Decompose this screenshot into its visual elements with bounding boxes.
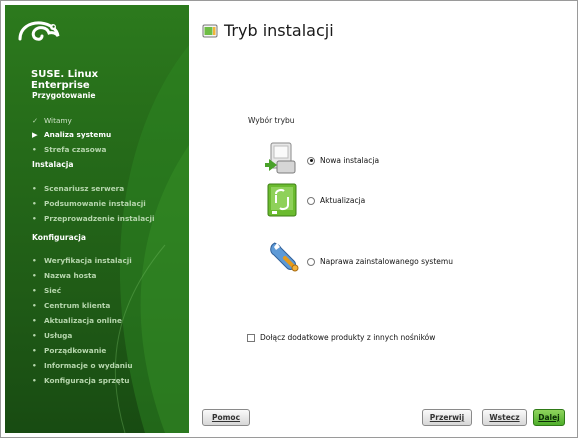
step-witamy: ✓ Witamy [32, 116, 72, 125]
step-label: Weryfikacja instalacji [44, 256, 132, 265]
update-label: Aktualizacja [320, 196, 366, 205]
section-konfiguracja: Konfiguracja [32, 233, 86, 242]
step-label: Sieć [44, 286, 62, 295]
step-label: Usługa [44, 331, 73, 340]
step-label: Strefa czasowa [44, 145, 107, 154]
step-usluga: • Usługa [32, 331, 72, 340]
page-header: Tryb instalacji [202, 21, 334, 40]
step-label: Aktualizacja online [44, 316, 122, 325]
step-siec: • Sieć [32, 286, 61, 295]
step-label: Podsumowanie instalacji [44, 199, 146, 208]
bullet-icon: • [32, 286, 37, 295]
repair-radio[interactable] [307, 257, 315, 266]
step-scenariusz-serwera: • Scenariusz serwera [32, 184, 124, 193]
step-label: Nazwa hosta [44, 271, 97, 280]
bullet-icon: • [32, 301, 37, 310]
bullet-icon: • [32, 214, 37, 223]
bullet-icon: • [32, 346, 37, 355]
step-label: Analiza systemu [44, 130, 112, 139]
bullet-icon: • [32, 376, 37, 385]
back-button[interactable]: Wstecz [482, 409, 527, 426]
option-update[interactable]: Aktualizacja [307, 196, 365, 205]
step-podsumowanie-instalacji: • Podsumowanie instalacji [32, 199, 146, 208]
sidebar: SUSE. Linux Enterprise Przygotowanie ✓ Wi… [5, 5, 189, 433]
update-icon [267, 183, 297, 221]
step-konfiguracja-sprzetu: • Konfiguracja sprzętu [32, 376, 129, 385]
current-step-arrow-icon: ▶ [32, 130, 38, 139]
step-aktualizacja-online: • Aktualizacja online [32, 316, 122, 325]
checkmark-icon: ✓ [32, 116, 39, 125]
suse-logo: SUSE. Linux Enterprise [17, 17, 98, 91]
step-porzadkowanie: • Porządkowanie [32, 346, 106, 355]
help-button[interactable]: Pomoc [202, 409, 250, 426]
section-przygotowanie: Przygotowanie [32, 91, 96, 100]
mode-group-label: Wybór trybu [248, 116, 295, 125]
step-label: Scenariusz serwera [44, 184, 125, 193]
bullet-icon: • [32, 184, 37, 193]
installer-window-icon [202, 24, 218, 37]
step-analiza-systemu: ▶ Analiza systemu [32, 130, 111, 139]
step-centrum-klienta: • Centrum klienta [32, 301, 110, 310]
bullet-icon: • [32, 361, 37, 370]
step-label: Informacje o wydaniu [44, 361, 133, 370]
option-new-install[interactable]: Nowa instalacja [307, 156, 379, 165]
bullet-icon: • [32, 256, 37, 265]
step-nazwa-hosta: • Nazwa hosta [32, 271, 96, 280]
bullet-icon: • [32, 271, 37, 280]
step-informacje-o-wydaniu: • Informacje o wydaniu [32, 361, 133, 370]
repair-label: Naprawa zainstalowanego systemu [320, 257, 453, 266]
addon-products-option[interactable]: Dołącz dodatkowe produkty z innych nośni… [247, 333, 435, 342]
step-label: Centrum klienta [44, 301, 111, 310]
bullet-icon: • [32, 331, 37, 340]
bullet-icon: • [32, 316, 37, 325]
brand-line-1: SUSE. Linux [31, 69, 99, 80]
chameleon-logo-icon [18, 21, 60, 41]
step-label: Witamy [44, 116, 72, 125]
installer-window: SUSE. Linux Enterprise Przygotowanie ✓ Wi… [0, 0, 578, 438]
repair-icon [267, 240, 299, 278]
page-title: Tryb instalacji [224, 21, 334, 40]
step-label: Konfiguracja sprzętu [44, 376, 130, 385]
addon-products-checkbox[interactable] [247, 333, 255, 342]
brand-line-2: Enterprise [31, 80, 90, 91]
step-weryfikacja-instalacji: • Weryfikacja instalacji [32, 256, 132, 265]
update-radio[interactable] [307, 196, 315, 205]
bullet-icon: • [32, 145, 37, 154]
abort-button[interactable]: Przerwij [422, 409, 472, 426]
section-instalacja: Instalacja [32, 160, 74, 169]
option-repair[interactable]: Naprawa zainstalowanego systemu [307, 257, 453, 266]
step-przeprowadzenie-instalacji: • Przeprowadzenie instalacji [32, 214, 154, 223]
bullet-icon: • [32, 199, 37, 208]
next-button[interactable]: Dalej [533, 409, 565, 426]
new-install-radio[interactable] [307, 156, 315, 165]
new-install-label: Nowa instalacja [320, 156, 380, 165]
step-label: Przeprowadzenie instalacji [44, 214, 155, 223]
step-strefa-czasowa: • Strefa czasowa [32, 145, 106, 154]
addon-products-label: Dołącz dodatkowe produkty z innych nośni… [260, 333, 436, 342]
main-content: Tryb instalacji Wybór trybu Nowa instala… [189, 5, 575, 433]
new-install-icon [265, 141, 299, 179]
step-label: Porządkowanie [44, 346, 107, 355]
